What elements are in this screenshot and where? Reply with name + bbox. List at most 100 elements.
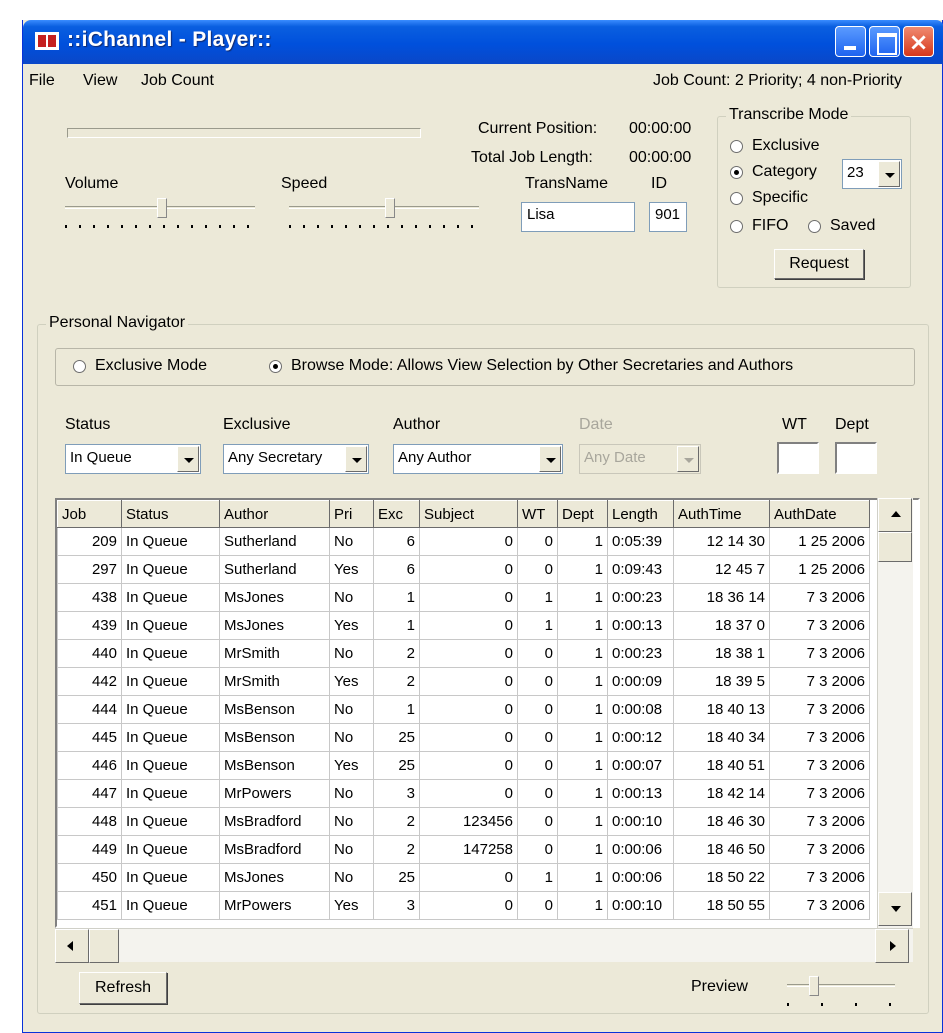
table-cell: 0 (517, 835, 558, 864)
table-row[interactable]: 440 In Queue MrSmith No 2 0 0 1 0:00:23 18 38 17 … (57, 639, 870, 668)
column-header[interactable]: Author (219, 500, 330, 528)
radio-fifo[interactable]: FIFO (730, 217, 788, 235)
hscroll-thumb[interactable] (89, 929, 119, 963)
table-cell: 18 36 14 (673, 583, 770, 612)
scroll-down-icon[interactable] (878, 892, 912, 926)
column-header[interactable]: AuthDate (769, 500, 870, 528)
maximize-button[interactable] (869, 26, 900, 57)
table-cell: 18 42 14 (673, 779, 770, 808)
dept-filter-field[interactable] (835, 442, 877, 474)
preview-slider-thumb[interactable] (809, 976, 819, 996)
table-cell: 18 37 0 (673, 611, 770, 640)
table-cell: 0 (517, 807, 558, 836)
chevron-down-icon[interactable] (878, 161, 900, 187)
minimize-button[interactable] (835, 26, 866, 57)
column-header[interactable]: WT (517, 500, 558, 528)
author-filter-select[interactable]: Any Author (393, 444, 563, 474)
volume-label: Volume (65, 175, 119, 192)
exclusive-filter-select[interactable]: Any Secretary (223, 444, 369, 474)
menu-file[interactable]: File (29, 72, 55, 90)
table-cell: 0 (517, 779, 558, 808)
column-header[interactable]: Status (121, 500, 220, 528)
table-row[interactable]: 448 In Queue MsBradford No 2 123456 0 1 0:00:10 1… (57, 807, 870, 836)
column-header[interactable]: Length (607, 500, 674, 528)
table-row[interactable]: 444 In Queue MsBenson No 1 0 0 1 0:00:08 18 40 13… (57, 695, 870, 724)
chevron-down-icon[interactable] (177, 446, 199, 472)
table-cell: MsBenson (219, 723, 330, 752)
radio-browse-mode[interactable]: Browse Mode: Allows View Selection by Ot… (269, 357, 793, 375)
status-filter-select[interactable]: In Queue (65, 444, 201, 474)
table-cell: 1 (557, 555, 608, 584)
radio-category[interactable]: Category (730, 163, 817, 181)
column-header[interactable]: Subject (419, 500, 518, 528)
radio-saved-label: Saved (830, 217, 876, 234)
speed-slider-thumb[interactable] (385, 198, 395, 218)
scroll-right-icon[interactable] (875, 929, 909, 963)
table-row[interactable]: 438 In Queue MsJones No 1 0 1 1 0:00:23 18 36 14 7… (57, 583, 870, 612)
refresh-button[interactable]: Refresh (79, 972, 167, 1004)
table-cell: In Queue (121, 835, 220, 864)
table-cell: MsJones (219, 611, 330, 640)
table-row[interactable]: 445 In Queue MsBenson No 25 0 0 1 0:00:12 18 40 3… (57, 723, 870, 752)
transcribe-mode-title: Transcribe Mode (726, 106, 852, 124)
preview-slider[interactable] (787, 976, 895, 1012)
speed-slider[interactable] (289, 198, 479, 234)
column-header[interactable]: Pri (329, 500, 374, 528)
column-header[interactable]: Job (57, 500, 122, 528)
radio-exclusive[interactable]: Exclusive (730, 137, 820, 155)
column-header[interactable]: AuthTime (673, 500, 770, 528)
volume-slider-thumb[interactable] (157, 198, 167, 218)
table-row[interactable]: 449 In Queue MsBradford No 2 147258 0 1 0:00:06 1… (57, 835, 870, 864)
chevron-down-icon[interactable] (539, 446, 561, 472)
table-cell: No (329, 807, 374, 836)
chevron-down-icon[interactable] (345, 446, 367, 472)
table-cell: 0:00:06 (607, 835, 674, 864)
table-cell: 0 (419, 611, 518, 640)
id-field[interactable]: 901 (649, 202, 687, 232)
radio-exclusive-mode[interactable]: Exclusive Mode (73, 357, 207, 375)
table-cell: 439 (57, 611, 122, 640)
table-vertical-scrollbar[interactable] (877, 498, 913, 928)
table-row[interactable]: 450 In Queue MsJones No 25 0 1 1 0:00:06 18 50 22… (57, 863, 870, 892)
playback-progress-bar (67, 128, 421, 138)
table-cell: 1 (557, 835, 608, 864)
close-button[interactable]: × (903, 26, 934, 57)
table-row[interactable]: 297 In Queue Sutherland Yes 6 0 0 1 0:09:43 12 45… (57, 555, 870, 584)
table-row[interactable]: 209 In Queue Sutherland No 6 0 0 1 0:05:39 12 14 … (57, 527, 870, 556)
volume-slider[interactable] (65, 198, 255, 234)
table-cell: 1 (517, 611, 558, 640)
table-row[interactable]: 446 In Queue MsBenson Yes 25 0 0 1 0:00:07 18 40 … (57, 751, 870, 780)
table-cell: In Queue (121, 667, 220, 696)
scroll-left-icon[interactable] (55, 929, 89, 963)
table-cell: 1 (373, 695, 420, 724)
request-button[interactable]: Request (774, 249, 864, 279)
category-select[interactable]: 23 (842, 159, 902, 189)
table-row[interactable]: 439 In Queue MsJones Yes 1 0 1 1 0:00:13 18 37 07… (57, 611, 870, 640)
table-cell: 2 (373, 667, 420, 696)
column-header[interactable]: Exc (373, 500, 420, 528)
wt-filter-field[interactable] (777, 442, 819, 474)
radio-dot-icon (808, 220, 821, 233)
scroll-up-icon[interactable] (878, 498, 912, 532)
category-value: 23 (847, 164, 864, 181)
menu-view[interactable]: View (83, 72, 117, 90)
table-horizontal-scrollbar[interactable] (55, 928, 913, 963)
table-cell: 0 (419, 891, 518, 920)
table-row[interactable]: 442 In Queue MrSmith Yes 2 0 0 1 0:00:09 18 39 57… (57, 667, 870, 696)
scroll-thumb[interactable] (878, 532, 912, 562)
radio-specific[interactable]: Specific (730, 189, 808, 207)
column-header[interactable]: Dept (557, 500, 608, 528)
radio-saved[interactable]: Saved (808, 217, 875, 235)
menu-job-count[interactable]: Job Count (141, 72, 214, 90)
table-cell: 0 (419, 779, 518, 808)
table-cell: 0:00:12 (607, 723, 674, 752)
transname-field[interactable]: Lisa (521, 202, 635, 232)
table-cell: In Queue (121, 723, 220, 752)
table-cell: 1 (557, 639, 608, 668)
title-bar[interactable]: ::iChannel - Player:: × (23, 20, 943, 64)
table-cell: 18 40 13 (673, 695, 770, 724)
table-cell: 209 (57, 527, 122, 556)
table-row[interactable]: 451 In Queue MrPowers Yes 3 0 0 1 0:00:10 18 50 5… (57, 891, 870, 920)
table-row[interactable]: 447 In Queue MrPowers No 3 0 0 1 0:00:13 18 42 14… (57, 779, 870, 808)
table-cell: 0 (419, 583, 518, 612)
